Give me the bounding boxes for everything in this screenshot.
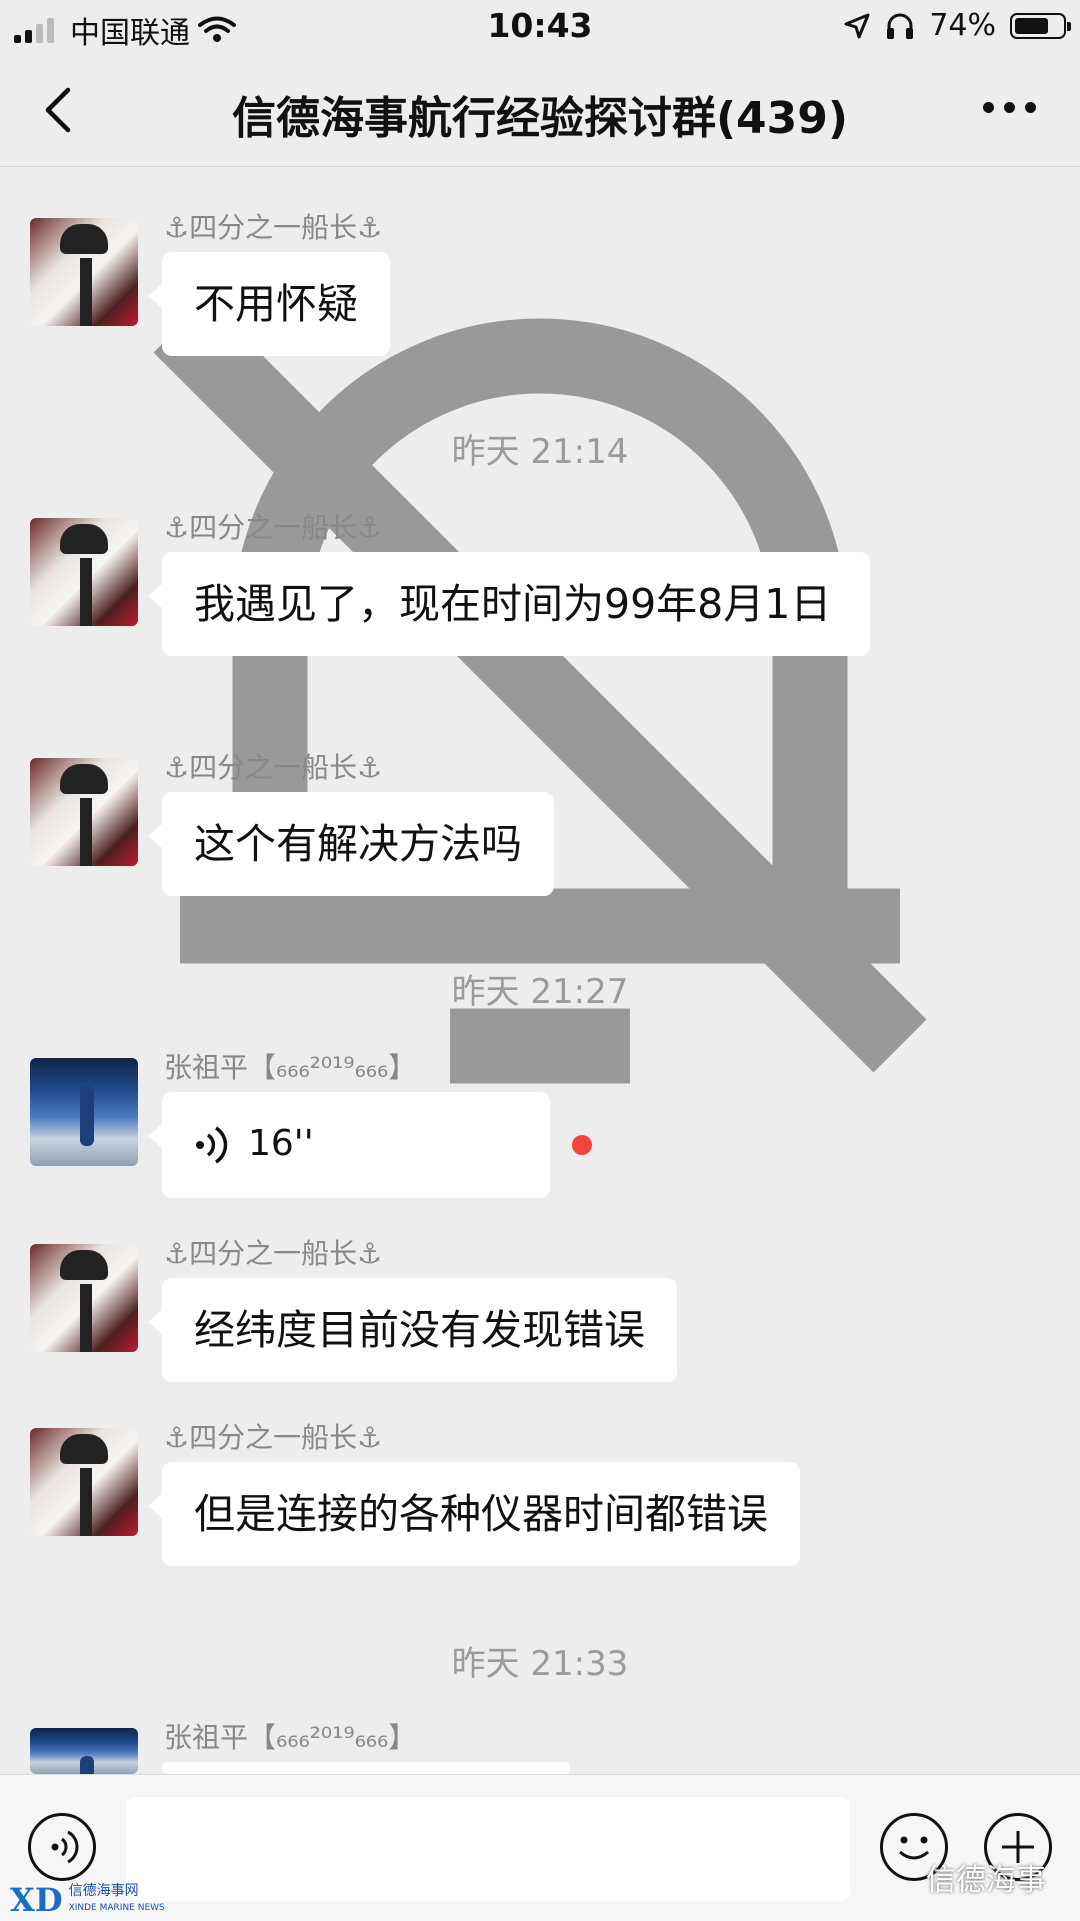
logo-mark: XD [10,1881,63,1919]
message-bubble[interactable]: 这个有解决方法吗 [148,792,554,896]
timestamp: 昨天 21:27 [451,972,629,1012]
message-bubble[interactable]: 经纬度目前没有发现错误 [148,1278,677,1382]
logo-cn: 信德海事网 [68,1883,139,1899]
message-bubble[interactable]: 但是连接的各种仪器时间都错误 [148,1462,800,1566]
group-name: 信德海事航行经验探讨群(439) [231,93,849,144]
message-bubble[interactable]: 我遇见了，现在时间为99年8月1日 [148,552,870,656]
voice-input-icon [51,1830,79,1864]
voice-input-button[interactable] [28,1813,96,1881]
chat-header: 信德海事航行经验探讨群(439) [0,56,1080,1084]
input-bar: 信德海事 XD 信德海事网 XINDE MARINE NEWS [0,1774,1080,1921]
avatar[interactable] [30,1728,138,1774]
watermark: 信德海事 [926,1863,1046,1898]
avatar[interactable] [30,758,138,866]
battery-percent: 74% [929,8,996,43]
battery-icon [1010,12,1071,39]
sender-name: ⚓四分之一船长⚓ [164,211,383,244]
headphones-icon [887,13,914,39]
avatar[interactable] [30,518,138,626]
sender-name: 张祖平【₆₆₆²⁰¹⁹₆₆₆】 [164,1721,417,1754]
voice-wave-icon [196,1126,228,1164]
battery-fill [1015,17,1048,34]
more-options-icon[interactable] [983,102,1036,113]
sender-name: 张祖平【₆₆₆²⁰¹⁹₆₆₆】 [164,1051,417,1084]
avatar[interactable] [30,1244,138,1352]
location-arrow-icon [844,13,870,38]
sender-name: ⚓四分之一船长⚓ [164,1421,383,1454]
avatar[interactable] [30,218,138,326]
logo-en: XINDE MARINE NEWS [68,1903,165,1913]
timestamp: 昨天 21:33 [451,1644,629,1684]
sender-name: ⚓四分之一船长⚓ [164,1237,383,1270]
avatar[interactable] [30,1428,138,1536]
sender-name: ⚓四分之一船长⚓ [164,751,383,784]
message-input[interactable] [126,1797,850,1901]
voice-message[interactable]: 16'' [148,1092,550,1198]
message-bubble[interactable] [148,1762,570,1818]
message-bubble[interactable]: 不用怀疑 [148,252,390,356]
unread-dot [572,1135,592,1155]
watermark-logo: XD 信德海事网 XINDE MARINE NEWS [10,1881,165,1919]
avatar[interactable] [30,1058,138,1166]
sender-name: ⚓四分之一船长⚓ [164,511,383,544]
status-right: 74% [843,8,1071,43]
voice-duration: 16'' [248,1123,314,1164]
chat-title: 信德海事航行经验探讨群(439) [0,82,1080,1237]
timestamp: 昨天 21:14 [451,432,629,472]
status-bar: 中国联通 10:43 74% [0,0,1080,56]
logo-text: 信德海事网 XINDE MARINE NEWS [69,1884,165,1916]
